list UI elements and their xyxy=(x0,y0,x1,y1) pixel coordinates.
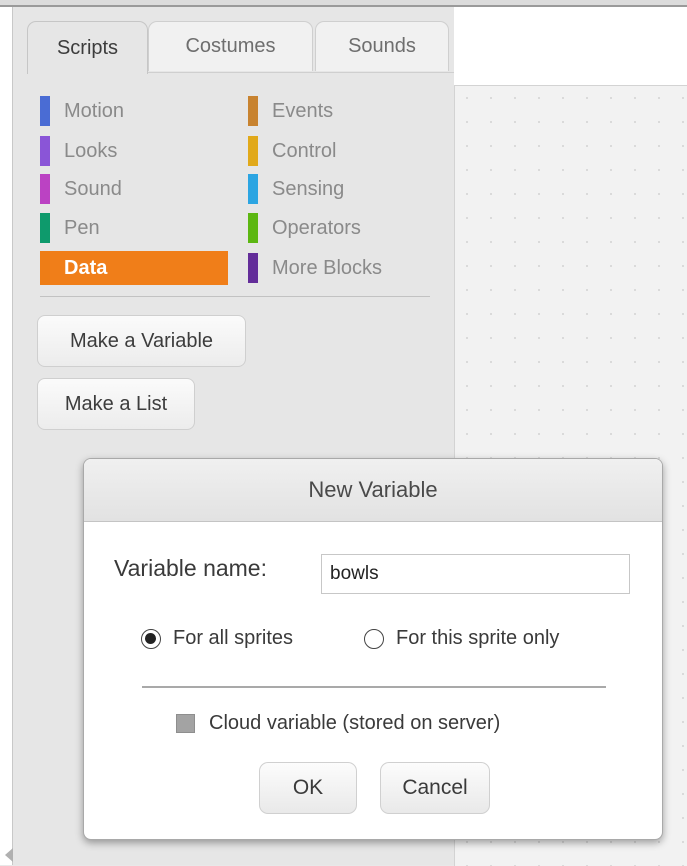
category-control[interactable]: Control xyxy=(248,136,438,166)
category-motion[interactable]: Motion xyxy=(40,96,228,126)
operators-color-swatch xyxy=(248,213,258,243)
category-label: Data xyxy=(64,256,108,279)
left-pane-edge xyxy=(0,7,13,865)
category-operators[interactable]: Operators xyxy=(248,213,438,243)
category-label: Sound xyxy=(64,177,122,200)
sensing-color-swatch xyxy=(248,174,258,204)
category-label: Motion xyxy=(64,99,125,122)
sound-color-swatch xyxy=(40,174,50,204)
radio-this-sprite-label: For this sprite only xyxy=(396,627,560,649)
category-sound[interactable]: Sound xyxy=(40,174,228,204)
pen-color-swatch xyxy=(40,213,50,243)
dialog-divider xyxy=(142,686,606,688)
category-more-blocks[interactable]: More Blocks xyxy=(248,253,438,283)
tab-baseline xyxy=(148,72,454,73)
radio-all-sprites[interactable]: For all sprites xyxy=(141,627,293,650)
ok-button[interactable]: OK xyxy=(259,762,357,814)
category-label: More Blocks xyxy=(272,256,383,279)
dialog-title: New Variable xyxy=(84,459,662,522)
category-data[interactable]: Data xyxy=(40,251,228,285)
category-label: Sensing xyxy=(272,177,345,200)
more-blocks-color-swatch xyxy=(248,253,258,283)
category-label: Control xyxy=(272,139,337,162)
tab-scripts[interactable]: Scripts xyxy=(27,21,148,74)
make-list-button[interactable]: Make a List xyxy=(37,378,195,430)
scroll-left-arrow-icon[interactable] xyxy=(5,848,13,862)
category-pen[interactable]: Pen xyxy=(40,213,228,243)
tab-costumes[interactable]: Costumes xyxy=(148,21,313,71)
category-label: Pen xyxy=(64,216,100,239)
category-label: Events xyxy=(272,99,334,122)
palette-divider xyxy=(40,296,430,297)
tab-sounds[interactable]: Sounds xyxy=(315,21,449,71)
category-looks[interactable]: Looks xyxy=(40,136,228,166)
motion-color-swatch xyxy=(40,96,50,126)
variable-name-input[interactable] xyxy=(321,554,630,594)
category-events[interactable]: Events xyxy=(248,96,438,126)
radio-all-sprites-label: For all sprites xyxy=(173,627,294,649)
window-top-edge xyxy=(0,0,687,7)
looks-color-swatch xyxy=(40,136,50,166)
category-sensing[interactable]: Sensing xyxy=(248,174,438,204)
make-variable-button[interactable]: Make a Variable xyxy=(37,315,246,367)
variable-name-label: Variable name: xyxy=(114,555,267,581)
category-label: Operators xyxy=(272,216,361,239)
stage-header-strip xyxy=(454,7,687,85)
cloud-variable-option: Cloud variable (stored on server) xyxy=(176,712,500,735)
radio-selected-icon[interactable] xyxy=(141,628,161,649)
data-color-swatch xyxy=(40,251,50,285)
cancel-button[interactable]: Cancel xyxy=(380,762,490,814)
radio-this-sprite[interactable]: For this sprite only xyxy=(364,627,559,650)
control-color-swatch xyxy=(248,136,258,166)
category-label: Looks xyxy=(64,139,118,162)
radio-unselected-icon[interactable] xyxy=(364,628,384,649)
events-color-swatch xyxy=(248,96,258,126)
cloud-checkbox xyxy=(176,714,195,733)
cloud-variable-label: Cloud variable (stored on server) xyxy=(209,712,501,734)
new-variable-dialog: New Variable Variable name: For all spri… xyxy=(83,458,663,840)
